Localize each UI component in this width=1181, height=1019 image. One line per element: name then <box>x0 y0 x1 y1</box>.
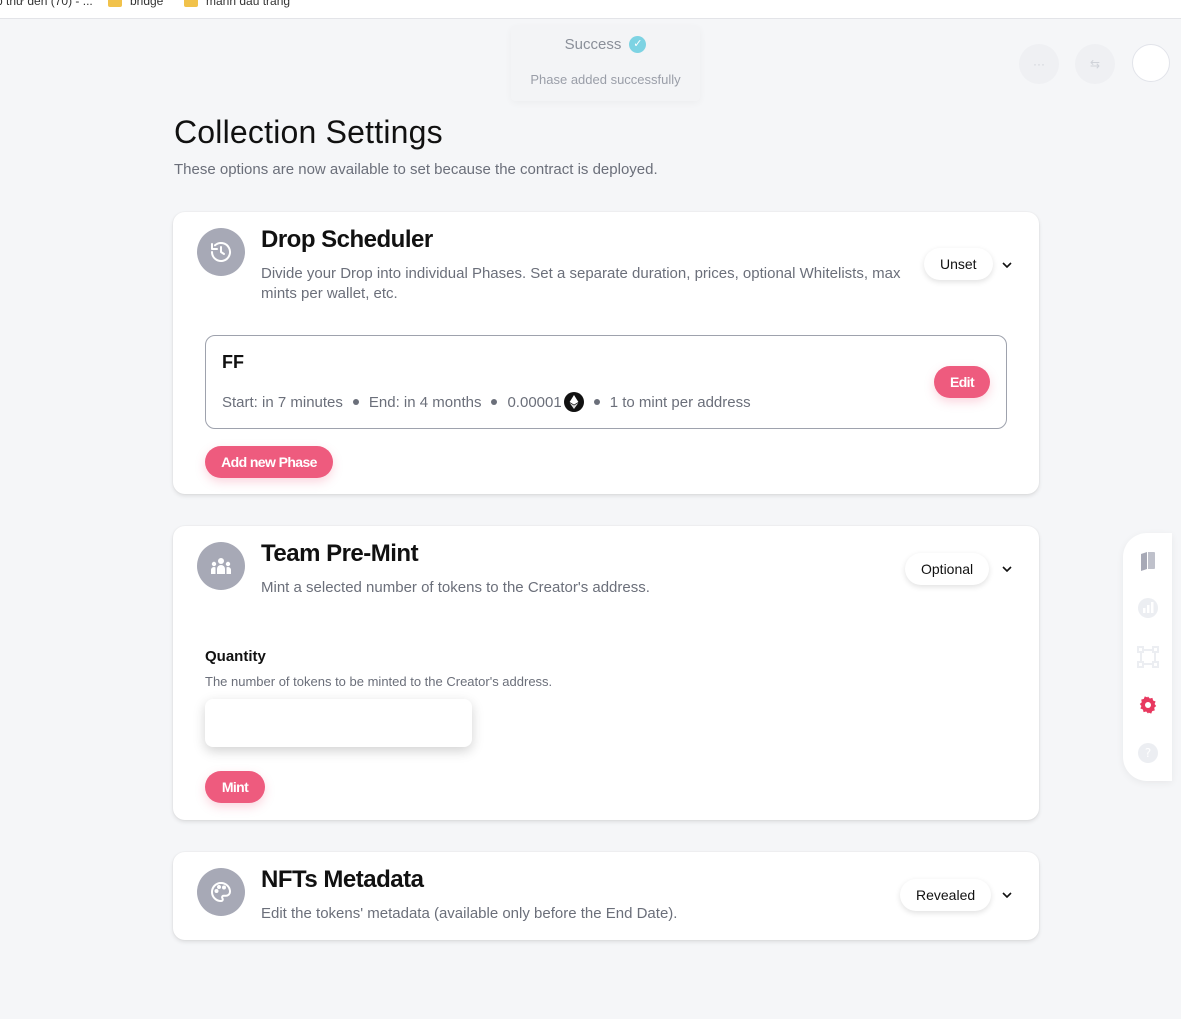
card-description: Mint a selected number of tokens to the … <box>261 579 650 596</box>
bookmark-label: bridge <box>130 0 164 8</box>
swap-icon: ⇆ <box>1089 57 1101 71</box>
chevron-down-icon[interactable] <box>999 887 1015 903</box>
nfts-metadata-card: NFTs Metadata Edit the tokens' metadata … <box>173 852 1039 940</box>
svg-text:?: ? <box>1145 746 1151 760</box>
status-label: Unset <box>940 256 977 272</box>
team-icon <box>197 542 245 590</box>
separator-dot <box>593 399 600 405</box>
phase-start: Start: in 7 minutes <box>222 393 343 411</box>
chart-icon[interactable] <box>1137 597 1159 619</box>
chevron-down-icon[interactable] <box>999 257 1015 273</box>
status-dropdown[interactable]: Revealed <box>900 879 992 911</box>
bookmark-item[interactable]: mảnh dấu trang <box>184 0 290 8</box>
card-title: Team Pre-Mint <box>261 540 419 567</box>
drop-scheduler-card: Drop Scheduler Divide your Drop into ind… <box>173 212 1039 494</box>
card-title: Drop Scheduler <box>261 226 433 253</box>
toast-title: Success <box>564 36 622 53</box>
card-description: Divide your Drop into individual Phases.… <box>261 265 901 302</box>
toast-title-row: Success ✓ <box>511 36 700 53</box>
bookmark-item[interactable]: p thư đến (70) - ... <box>0 0 93 8</box>
status-dropdown[interactable]: Unset <box>924 248 993 280</box>
status-dropdown[interactable]: Optional <box>905 553 990 585</box>
help-icon[interactable]: ? <box>1137 742 1159 764</box>
status-label: Revealed <box>916 887 976 903</box>
more-options-button[interactable]: ··· <box>1019 44 1059 84</box>
phase-end: End: in 4 months <box>368 393 482 411</box>
bookmark-label: mảnh dấu trang <box>206 0 291 8</box>
status-label: Optional <box>921 561 974 577</box>
card-title: NFTs Metadata <box>261 866 424 893</box>
page-subtitle: These options are now available to set b… <box>174 161 658 178</box>
folder-icon <box>108 0 122 7</box>
bookmark-item[interactable]: bridge <box>108 0 163 8</box>
separator-dot <box>491 399 498 405</box>
add-new-phase-button[interactable]: Add new Phase <box>205 446 333 478</box>
more-icon: ··· <box>1033 57 1045 71</box>
edit-phase-button[interactable]: Edit <box>934 366 990 398</box>
history-icon <box>197 228 245 276</box>
phase-per-address: 1 to mint per address <box>609 393 751 411</box>
swap-button[interactable]: ⇆ <box>1075 44 1115 84</box>
success-toast: Success ✓ Phase added successfully <box>511 26 700 101</box>
phase-name: FF <box>222 352 244 372</box>
side-toolbar: ? <box>1123 533 1172 781</box>
book-icon[interactable] <box>1137 550 1159 572</box>
palette-icon <box>197 868 245 916</box>
gear-icon[interactable] <box>1137 694 1159 716</box>
chevron-down-icon[interactable] <box>999 561 1015 577</box>
phase-item: FF Start: in 7 minutes End: in 4 months … <box>205 335 1007 429</box>
page-title: Collection Settings <box>174 114 443 150</box>
mint-button[interactable]: Mint <box>205 771 265 803</box>
team-premint-card: Team Pre-Mint Mint a selected number of … <box>173 526 1039 820</box>
ethereum-icon <box>563 392 584 412</box>
toast-message: Phase added successfully <box>530 72 681 87</box>
check-circle-icon: ✓ <box>629 36 647 53</box>
bookmark-label: p thư đến (70) - ... <box>0 0 93 8</box>
quantity-label: Quantity <box>205 648 266 665</box>
quantity-input[interactable] <box>205 699 472 747</box>
frame-icon[interactable] <box>1137 646 1159 668</box>
folder-icon <box>184 0 198 7</box>
card-description: Edit the tokens' metadata (available onl… <box>261 905 678 922</box>
phase-details: Start: in 7 minutes End: in 4 months 0.0… <box>222 392 751 412</box>
separator-dot <box>352 399 359 405</box>
bookmarks-bar: p thư đến (70) - ... bridge mảnh dấu tra… <box>0 0 1181 19</box>
avatar-button[interactable] <box>1132 44 1170 82</box>
phase-price: 0.00001 <box>507 393 562 411</box>
quantity-help-text: The number of tokens to be minted to the… <box>205 674 553 689</box>
